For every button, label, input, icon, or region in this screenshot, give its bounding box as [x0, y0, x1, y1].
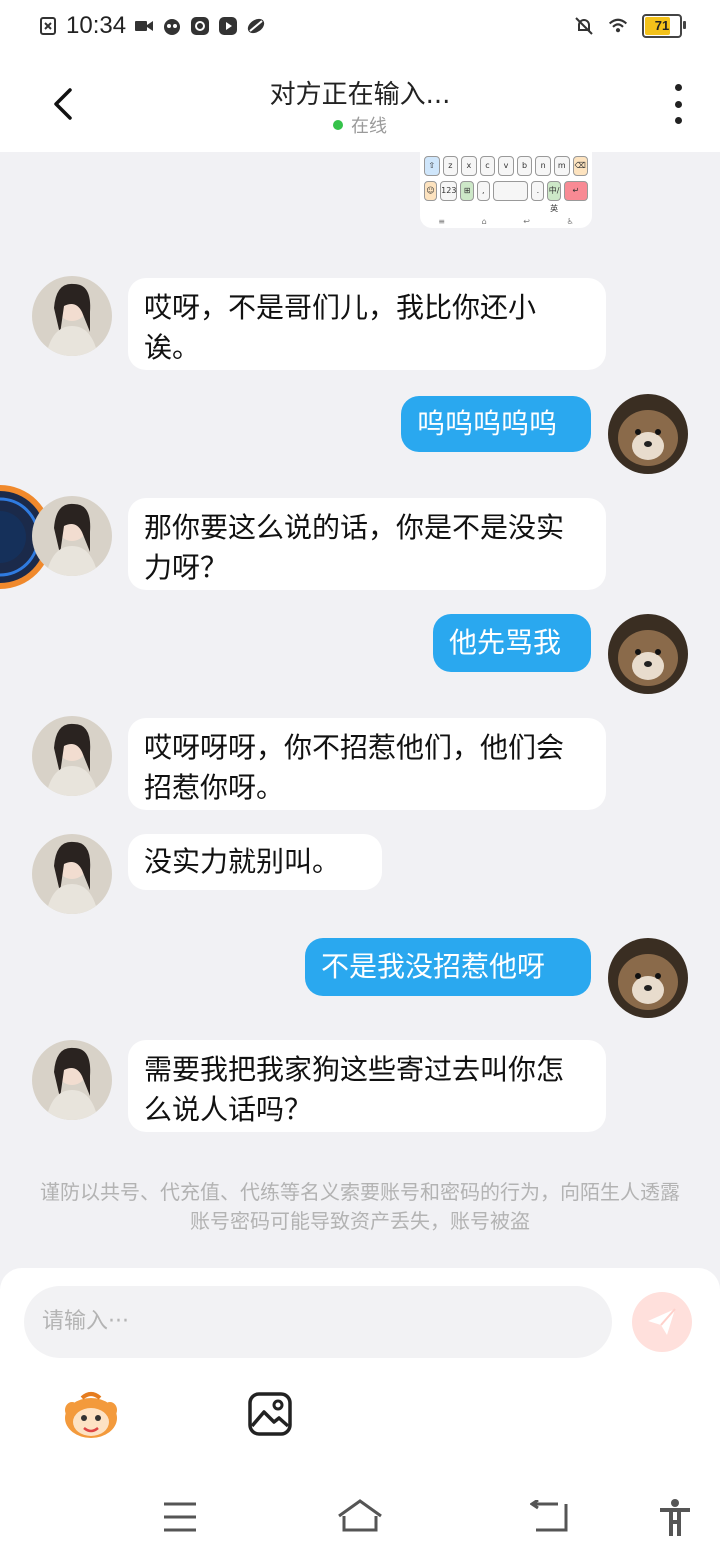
key: 123: [440, 181, 458, 201]
keyboard-nav: ≡ ⌂ ↩ ♿: [438, 217, 574, 226]
image-message[interactable]: ⇧ z x c v b n m ⌫ ☺ 123 ⊞ , . 中/英 ↵ ≡ ⌂ ↩ ♿: [420, 152, 592, 228]
key: ⊞: [460, 181, 474, 201]
emoji-icon[interactable]: [62, 1390, 120, 1440]
key: ☺: [424, 181, 438, 201]
message-bubble-incoming[interactable]: 需要我把我家狗这些寄过去叫你怎么说人话吗？: [128, 1040, 606, 1132]
key: n: [535, 156, 551, 176]
message-bubble-outgoing[interactable]: 他先骂我: [433, 614, 591, 672]
battery-level: 71: [654, 18, 670, 33]
at-icon: [191, 17, 210, 35]
image-picker-icon[interactable]: [248, 1392, 292, 1436]
menu-icon[interactable]: [162, 1500, 198, 1534]
my-avatar[interactable]: [608, 614, 688, 694]
mute-icon: [575, 17, 593, 35]
accessibility-icon[interactable]: [658, 1498, 692, 1538]
send-button[interactable]: [632, 1292, 692, 1352]
message-bubble-incoming[interactable]: 那你要这么说的话，你是不是没实力呀？: [128, 498, 606, 590]
key: m: [553, 156, 570, 176]
security-notice: 谨防以共号、代充值、代练等名义索要账号和密码的行为，向陌生人透露账号密码可能导致…: [40, 1180, 680, 1233]
chat-list[interactable]: ⇧ z x c v b n m ⌫ ☺ 123 ⊞ , . 中/英 ↵ ≡ ⌂ ↩ ♿: [0, 152, 720, 1268]
message-input[interactable]: 请输入···: [24, 1286, 612, 1358]
keyboard-screenshot: ⇧ z x c v b n m ⌫ ☺ 123 ⊞ , . 中/英 ↵: [424, 156, 589, 213]
online-status: 在线: [0, 112, 720, 138]
key: b: [516, 156, 533, 176]
video-icon: [135, 21, 154, 31]
chat-header: 对方正在输入... 在线: [0, 56, 720, 152]
message-bubble-outgoing[interactable]: 不是我没招惹他呀: [305, 938, 591, 996]
play-icon: [219, 17, 238, 35]
key: ⌫: [572, 156, 589, 176]
space-key: [492, 181, 529, 201]
contact-avatar[interactable]: [32, 496, 112, 576]
my-avatar[interactable]: [608, 938, 688, 1018]
home-icon[interactable]: [336, 1498, 384, 1536]
message-bubble-incoming[interactable]: 哎呀，不是哥们儿，我比你还小诶。: [128, 278, 606, 370]
app-icon: [164, 19, 181, 35]
key: c: [479, 156, 496, 176]
key: ,: [476, 181, 490, 201]
online-dot-icon: [333, 120, 343, 130]
battery-icon: 71: [642, 14, 686, 38]
key: ↵: [563, 181, 588, 201]
status-bar: 10:34 71: [0, 0, 720, 56]
wifi-icon: [608, 18, 628, 33]
back-nav-icon[interactable]: [530, 1500, 570, 1534]
contact-avatar[interactable]: [32, 716, 112, 796]
send-icon: [648, 1308, 676, 1335]
message-bubble-incoming[interactable]: 哎呀呀呀，你不招惹他们，他们会招惹你呀。: [128, 718, 606, 810]
key: x: [461, 156, 477, 176]
key: z: [442, 156, 459, 176]
key: v: [498, 156, 514, 176]
more-options-button[interactable]: [670, 84, 686, 124]
leaf-icon: [247, 18, 265, 34]
my-avatar[interactable]: [608, 394, 688, 474]
message-bubble-outgoing[interactable]: 呜呜呜呜呜: [401, 396, 591, 452]
key: ⇧: [424, 156, 440, 176]
clock: 10:34: [66, 12, 127, 39]
sim-x-icon: [40, 17, 56, 35]
contact-avatar[interactable]: [32, 834, 112, 914]
system-nav-bar: [0, 1476, 720, 1560]
message-bubble-incoming[interactable]: 没实力就别叫。: [128, 834, 382, 890]
contact-avatar[interactable]: [32, 1040, 112, 1120]
page-title: 对方正在输入...: [269, 80, 451, 110]
online-status-text: 在线: [351, 116, 387, 137]
contact-avatar[interactable]: [32, 276, 112, 356]
key: .: [531, 181, 545, 201]
key: 中/英: [547, 181, 561, 213]
